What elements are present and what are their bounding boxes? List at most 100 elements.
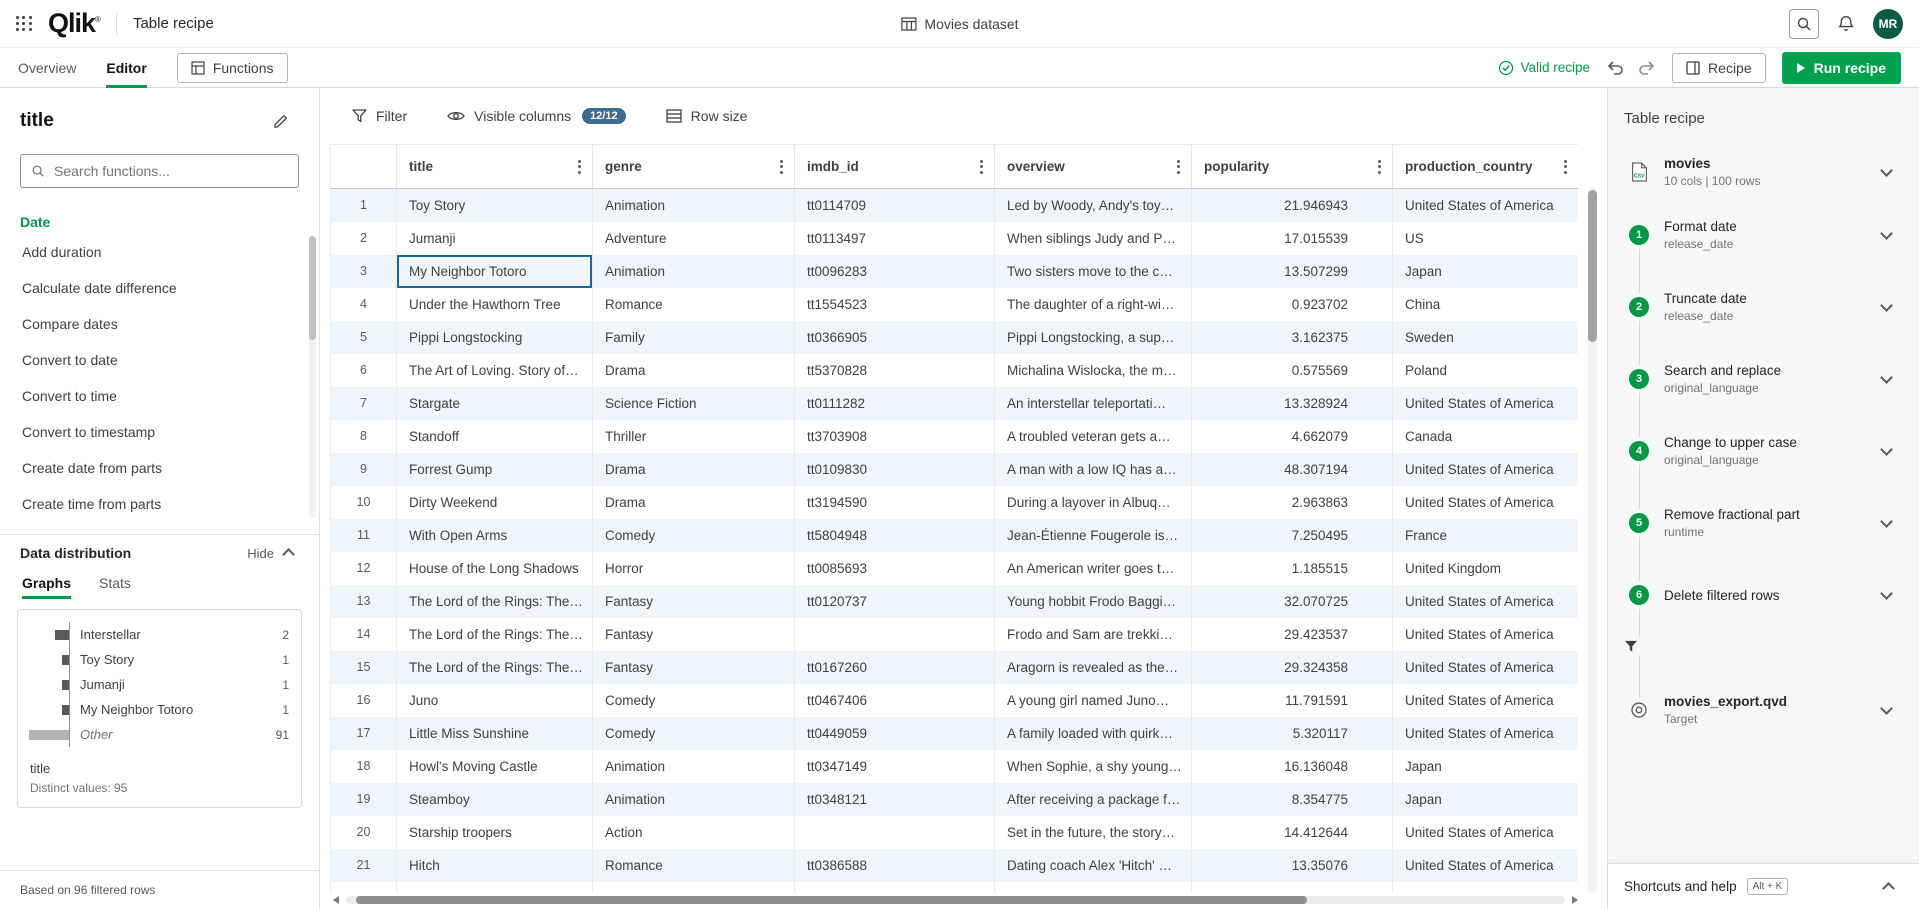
cell[interactable]: The W… <box>397 882 593 894</box>
row-number[interactable]: 13 <box>331 585 397 618</box>
cell[interactable]: Animation <box>593 255 795 288</box>
function-list-item[interactable]: Convert to timestamp <box>0 414 319 450</box>
row-number[interactable]: 1 <box>331 189 397 222</box>
recipe-source-item[interactable]: CSV movies 10 cols | 100 rows <box>1618 145 1909 199</box>
cell[interactable]: United States of America <box>1393 585 1579 618</box>
distribution-row[interactable]: Toy Story1 <box>28 647 289 672</box>
cell[interactable]: Jumanji <box>397 222 593 255</box>
chevron-down-icon[interactable] <box>1880 702 1893 715</box>
cell[interactable]: 13.328924 <box>1192 387 1393 420</box>
cell[interactable]: Comedy <box>593 684 795 717</box>
cell[interactable]: The Lord of the Rings: The… <box>397 585 593 618</box>
cell[interactable]: The Lord of the Rings: The… <box>397 651 593 684</box>
function-list-item[interactable]: Compare dates <box>0 306 319 342</box>
cell[interactable]: Animation <box>593 189 795 222</box>
cell[interactable]: 29.423537 <box>1192 618 1393 651</box>
cell[interactable]: Howl's Moving Castle <box>397 750 593 783</box>
row-number[interactable]: 9 <box>331 453 397 486</box>
recipe-button[interactable]: Recipe <box>1672 53 1766 83</box>
cell[interactable]: Science Fiction <box>593 387 795 420</box>
cell[interactable]: United States of America <box>1393 684 1579 717</box>
column-header[interactable]: overview <box>995 145 1192 189</box>
cell[interactable]: House of the Long Shadows <box>397 552 593 585</box>
cell[interactable]: After receiving a package f… <box>995 783 1192 816</box>
cell[interactable]: Pippi Longstocking, a sup… <box>995 321 1192 354</box>
filter-node[interactable] <box>1618 631 1909 661</box>
column-menu-button[interactable] <box>574 157 585 177</box>
row-number[interactable]: 22 <box>331 882 397 894</box>
row-number[interactable]: 20 <box>331 816 397 849</box>
cell[interactable]: Frodo and Sam are trekki… <box>995 618 1192 651</box>
cell[interactable]: Forrest Gump <box>397 453 593 486</box>
cell[interactable]: Drama <box>593 453 795 486</box>
column-header[interactable]: popularity <box>1192 145 1393 189</box>
visible-columns-button[interactable]: Visible columns 12/12 <box>447 108 626 124</box>
cell[interactable]: 1.185515 <box>1192 552 1393 585</box>
cell[interactable]: 4.662079 <box>1192 420 1393 453</box>
cell[interactable]: The Art of Loving. Story of… <box>397 354 593 387</box>
cell[interactable]: United States of America <box>1393 486 1579 519</box>
cell[interactable]: When Sophie, a shy young… <box>995 750 1192 783</box>
row-number[interactable]: 4 <box>331 288 397 321</box>
column-header[interactable]: title <box>397 145 593 189</box>
cell[interactable] <box>1393 882 1579 894</box>
cell[interactable]: Set in the future, the story… <box>995 816 1192 849</box>
dataset-switcher[interactable]: Movies dataset <box>900 16 1018 32</box>
cell[interactable]: China <box>1393 288 1579 321</box>
cell[interactable]: Led by Woody, Andy's toy… <box>995 189 1192 222</box>
row-number[interactable]: 12 <box>331 552 397 585</box>
search-button[interactable] <box>1789 9 1819 39</box>
column-menu-button[interactable] <box>1374 157 1385 177</box>
cell[interactable]: United States of America <box>1393 651 1579 684</box>
tab-editor[interactable]: Editor <box>106 48 146 88</box>
distribution-row[interactable]: Jumanji1 <box>28 672 289 697</box>
scroll-right-button[interactable] <box>1572 896 1578 904</box>
chevron-down-icon[interactable] <box>1880 587 1893 600</box>
cell[interactable]: Fantasy <box>593 618 795 651</box>
row-number[interactable]: 19 <box>331 783 397 816</box>
cell[interactable]: France <box>1393 519 1579 552</box>
row-number[interactable]: 5 <box>331 321 397 354</box>
tab-overview[interactable]: Overview <box>18 48 76 88</box>
cell[interactable] <box>795 882 995 894</box>
tab-graphs[interactable]: Graphs <box>22 569 71 599</box>
cell[interactable]: 13.35076 <box>1192 849 1393 882</box>
cell[interactable]: tt0366905 <box>795 321 995 354</box>
vertical-scrollbar-thumb[interactable] <box>1588 190 1597 342</box>
cell[interactable]: Fantasy <box>593 651 795 684</box>
cell[interactable]: The daughter of a right-wi… <box>995 288 1192 321</box>
run-recipe-button[interactable]: Run recipe <box>1782 52 1901 84</box>
cell[interactable]: Comedy <box>593 717 795 750</box>
cell[interactable]: 5.320117 <box>1192 717 1393 750</box>
cell[interactable]: A troubled veteran gets a… <box>995 420 1192 453</box>
shortcuts-and-help-bar[interactable]: Shortcuts and help Alt + K <box>1608 863 1919 909</box>
cell[interactable]: Steamboy <box>397 783 593 816</box>
cell[interactable]: Poland <box>1393 354 1579 387</box>
chevron-up-icon[interactable] <box>1882 882 1895 895</box>
avatar[interactable]: MR <box>1873 9 1903 39</box>
cell[interactable]: 17.015539 <box>1192 222 1393 255</box>
cell[interactable]: Two sisters move to the c… <box>995 255 1192 288</box>
row-number[interactable]: 17 <box>331 717 397 750</box>
cell[interactable]: Juno <box>397 684 593 717</box>
cell[interactable] <box>593 882 795 894</box>
functions-button[interactable]: Functions <box>177 53 288 83</box>
distribution-row[interactable]: Other91 <box>28 722 289 747</box>
cell[interactable]: United States of America <box>1393 816 1579 849</box>
redo-icon[interactable] <box>1638 60 1656 76</box>
cell[interactable]: Dirty Weekend <box>397 486 593 519</box>
cell[interactable]: tt0109830 <box>795 453 995 486</box>
row-number[interactable]: 16 <box>331 684 397 717</box>
cell[interactable]: 48.307194 <box>1192 453 1393 486</box>
row-number[interactable]: 14 <box>331 618 397 651</box>
function-list-item[interactable]: Create time from parts <box>0 486 319 522</box>
cell[interactable]: An interstellar teleportati… <box>995 387 1192 420</box>
cell[interactable]: tt0114709 <box>795 189 995 222</box>
cell[interactable]: United States of America <box>1393 387 1579 420</box>
cell[interactable]: 32.070725 <box>1192 585 1393 618</box>
cell[interactable]: Thriller <box>593 420 795 453</box>
cell[interactable]: A family loaded with quirk… <box>995 717 1192 750</box>
cell[interactable]: tt0167260 <box>795 651 995 684</box>
cell[interactable]: tt3194590 <box>795 486 995 519</box>
row-number[interactable]: 10 <box>331 486 397 519</box>
